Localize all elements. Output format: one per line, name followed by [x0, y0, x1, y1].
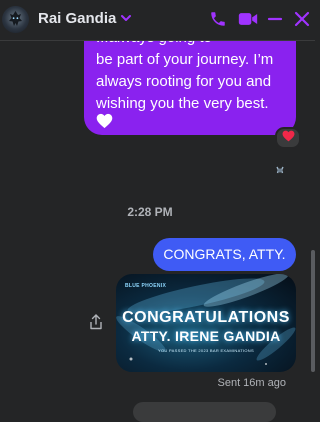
seen-avatar-icon	[272, 164, 288, 183]
red-heart-icon	[282, 129, 295, 147]
message-status: Sent 16m ago	[217, 377, 287, 389]
card-subtitle: YOU PASSED THE 2023 BAR EXAMINATIONS	[158, 348, 254, 353]
chevron-down-icon[interactable]	[120, 11, 132, 29]
chat-header: Rai Gandia	[0, 0, 315, 41]
outgoing-message-bubble[interactable]: ...always going to be part of your journ…	[84, 29, 296, 136]
outgoing-message-bubble[interactable]: CONGRATS, ATTY.	[153, 238, 296, 271]
congratulations-image[interactable]: BLUE PHOENIX CONGRATULATIONS ATTY. IRENE…	[116, 274, 296, 372]
message-line: wishing you the very best.	[96, 95, 269, 112]
message-timestamp: 2:28 PM	[127, 205, 173, 219]
card-title: CONGRATULATIONS	[122, 309, 290, 326]
white-heart-icon	[96, 113, 113, 136]
share-icon[interactable]	[89, 314, 103, 335]
video-call-icon[interactable]	[238, 10, 258, 33]
card-name: ATTY. IRENE GANDIA	[131, 328, 281, 344]
reaction-badge[interactable]	[275, 127, 301, 149]
message-line: always rooting for you and	[96, 73, 272, 90]
close-icon[interactable]	[294, 10, 310, 33]
contact-avatar[interactable]	[2, 6, 29, 33]
brand-logo: BLUE PHOENIX	[125, 283, 167, 289]
scrollbar[interactable]	[311, 250, 315, 372]
phone-call-icon[interactable]	[209, 10, 227, 33]
message-input-edge[interactable]	[133, 402, 276, 422]
contact-name[interactable]: Rai Gandia	[38, 10, 116, 27]
minimize-icon[interactable]	[267, 10, 283, 33]
message-line: be part of your journey. I’m	[96, 51, 274, 68]
